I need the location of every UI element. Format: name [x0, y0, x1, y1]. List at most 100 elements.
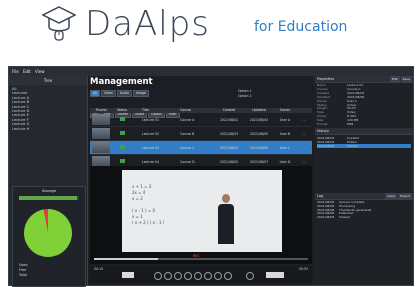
column-header[interactable]: [132, 108, 142, 113]
prev-icon[interactable]: [174, 272, 182, 280]
seek-bar[interactable]: [94, 258, 308, 260]
next-icon[interactable]: [204, 272, 212, 280]
row-owner: User C: [279, 145, 291, 150]
thumbnail: [90, 128, 112, 139]
history-title: History: [317, 128, 330, 133]
thumbnail: [90, 114, 112, 125]
fast-forward-icon[interactable]: [224, 272, 232, 280]
option-radio-2[interactable]: Option 2: [238, 94, 252, 99]
tab-audio[interactable]: Audio: [116, 90, 132, 97]
history-header: History: [315, 127, 413, 135]
status-indicator: [112, 131, 132, 136]
edit-props-button[interactable]: Edit: [389, 76, 400, 82]
table-row[interactable]: Lecture 03 Course C 2021/08/04 2021/08/0…: [90, 141, 312, 155]
column-header[interactable]: Updated: [244, 108, 274, 113]
seek-bar-fill: [94, 258, 159, 260]
save-button[interactable]: Save: [400, 76, 412, 82]
export-log-button[interactable]: Export: [398, 192, 412, 199]
video-player[interactable]: x + 1 = 3 2x = 4 x = 2 ( x - 1 ) = 0 x =…: [90, 166, 312, 264]
status-indicator: [112, 145, 132, 150]
table-row[interactable]: Lecture 01 Course A 2021/08/02 2021/08/0…: [90, 113, 312, 127]
logo-text: DaAlps: [85, 4, 211, 44]
history-time: 2021/08/06: [317, 143, 335, 148]
row-created: 2021/08/04: [219, 145, 239, 150]
row-title: Lecture 03: [142, 145, 159, 150]
row-updated: 2021/08/04: [249, 117, 269, 122]
column-header[interactable]: Created: [214, 108, 244, 113]
time-total: 00:53: [298, 267, 308, 271]
row-created: 2021/08/05: [219, 159, 239, 164]
history-row[interactable]: 2021/08/06 Shared: [317, 143, 411, 148]
column-header[interactable]: Title: [142, 108, 180, 113]
hero-banner: DaAlps for Education: [0, 0, 419, 62]
storage-bar: [19, 196, 79, 200]
tree-item[interactable]: Lecture H: [12, 127, 84, 131]
row-created: 2021/08/03: [219, 131, 239, 136]
properties-title: Properties: [317, 77, 335, 81]
clear-log-button[interactable]: Clear: [385, 192, 398, 199]
column-header[interactable]: Status: [112, 108, 132, 113]
column-header[interactable]: Course: [180, 108, 214, 113]
status-indicator: [112, 159, 132, 164]
row-owner: User A: [279, 117, 291, 122]
thumbnail: [90, 142, 112, 153]
menu-file[interactable]: File: [12, 69, 19, 74]
row-title: Lecture 04: [142, 159, 159, 164]
left-panel: Tree All Lectures Lecture A Lecture B Le…: [9, 76, 88, 287]
column-header[interactable]: [296, 108, 312, 113]
speed-button[interactable]: [122, 272, 134, 278]
row-course: Course D: [180, 159, 195, 164]
play-icon[interactable]: [184, 272, 192, 280]
row-updated: 2021/08/06: [249, 145, 269, 150]
log-message: Viewed: [339, 216, 350, 220]
table-row[interactable]: Lecture 02 Course B 2021/08/03 2021/08/0…: [90, 127, 312, 141]
presenter: [218, 194, 234, 252]
row-title: Lecture 01: [142, 117, 159, 122]
row-owner: User D: [279, 159, 291, 164]
row-menu-icon[interactable]: ⋯: [296, 118, 312, 122]
row-course: Course C: [180, 145, 195, 150]
storage-bar-fill: [19, 196, 78, 200]
table-header: Thumb Status Title Course Created Update…: [90, 108, 312, 113]
storage-pie-chart: [24, 209, 72, 257]
row-updated: 2021/08/07: [249, 159, 269, 164]
row-title: Lecture 02: [142, 131, 159, 136]
log-time: 2021/08/06: [317, 215, 335, 220]
step-forward-icon[interactable]: [214, 272, 222, 280]
storage-caption: Storage: [41, 189, 57, 193]
rewind-icon[interactable]: [154, 272, 162, 280]
prop-key: Format: [317, 122, 328, 127]
step-back-icon[interactable]: [164, 272, 172, 280]
volume-icon[interactable]: [246, 272, 254, 280]
column-header[interactable]: Thumb: [90, 108, 112, 113]
volume-slider[interactable]: [266, 272, 284, 278]
menu-edit[interactable]: Edit: [23, 69, 31, 74]
storage-legend: Used Free Total: [19, 263, 28, 278]
legend-item: Total: [19, 273, 27, 277]
row-created: 2021/08/02: [219, 117, 239, 122]
log-title: Log: [317, 193, 324, 198]
row-menu-icon[interactable]: ⋯: [296, 132, 312, 136]
prop-value: MP4: [347, 122, 354, 127]
tab-image[interactable]: Image: [132, 90, 149, 97]
row-course: Course A: [180, 117, 195, 122]
center-panel: Management AllVideoAudioImage UpEditDele…: [88, 76, 314, 285]
storage-panel: Storage Used Free Total: [12, 186, 86, 287]
time-current: 00:15: [94, 267, 104, 271]
tree-header: Tree: [9, 76, 87, 85]
tab-video[interactable]: Video: [100, 90, 116, 97]
whiteboard-text: x + 1 = 3 2x = 4 x = 2 ( x - 1 ) = 0 x =…: [132, 184, 165, 225]
menu-view[interactable]: View: [35, 69, 45, 74]
tab-all[interactable]: All: [90, 90, 100, 97]
log-header: Log Export Clear: [315, 192, 413, 200]
row-menu-icon[interactable]: ⋯: [296, 146, 312, 150]
column-header[interactable]: Owner: [274, 108, 296, 113]
history-list: 2021/08/04 Created 2021/08/05 Edited 2021/…: [315, 135, 413, 149]
right-panel: Properties Save Edit Name Lecture 03 Cour…: [315, 76, 413, 285]
page-title: Management: [90, 77, 153, 87]
row-menu-icon[interactable]: ⋯: [296, 160, 312, 164]
pause-icon[interactable]: [194, 272, 202, 280]
log-row: 2021/08/06 Viewed: [317, 215, 411, 220]
toolbar: AllVideoAudioImage UpEditDeleteShareExpo…: [90, 90, 312, 118]
graduation-cap-icon: [42, 6, 76, 41]
